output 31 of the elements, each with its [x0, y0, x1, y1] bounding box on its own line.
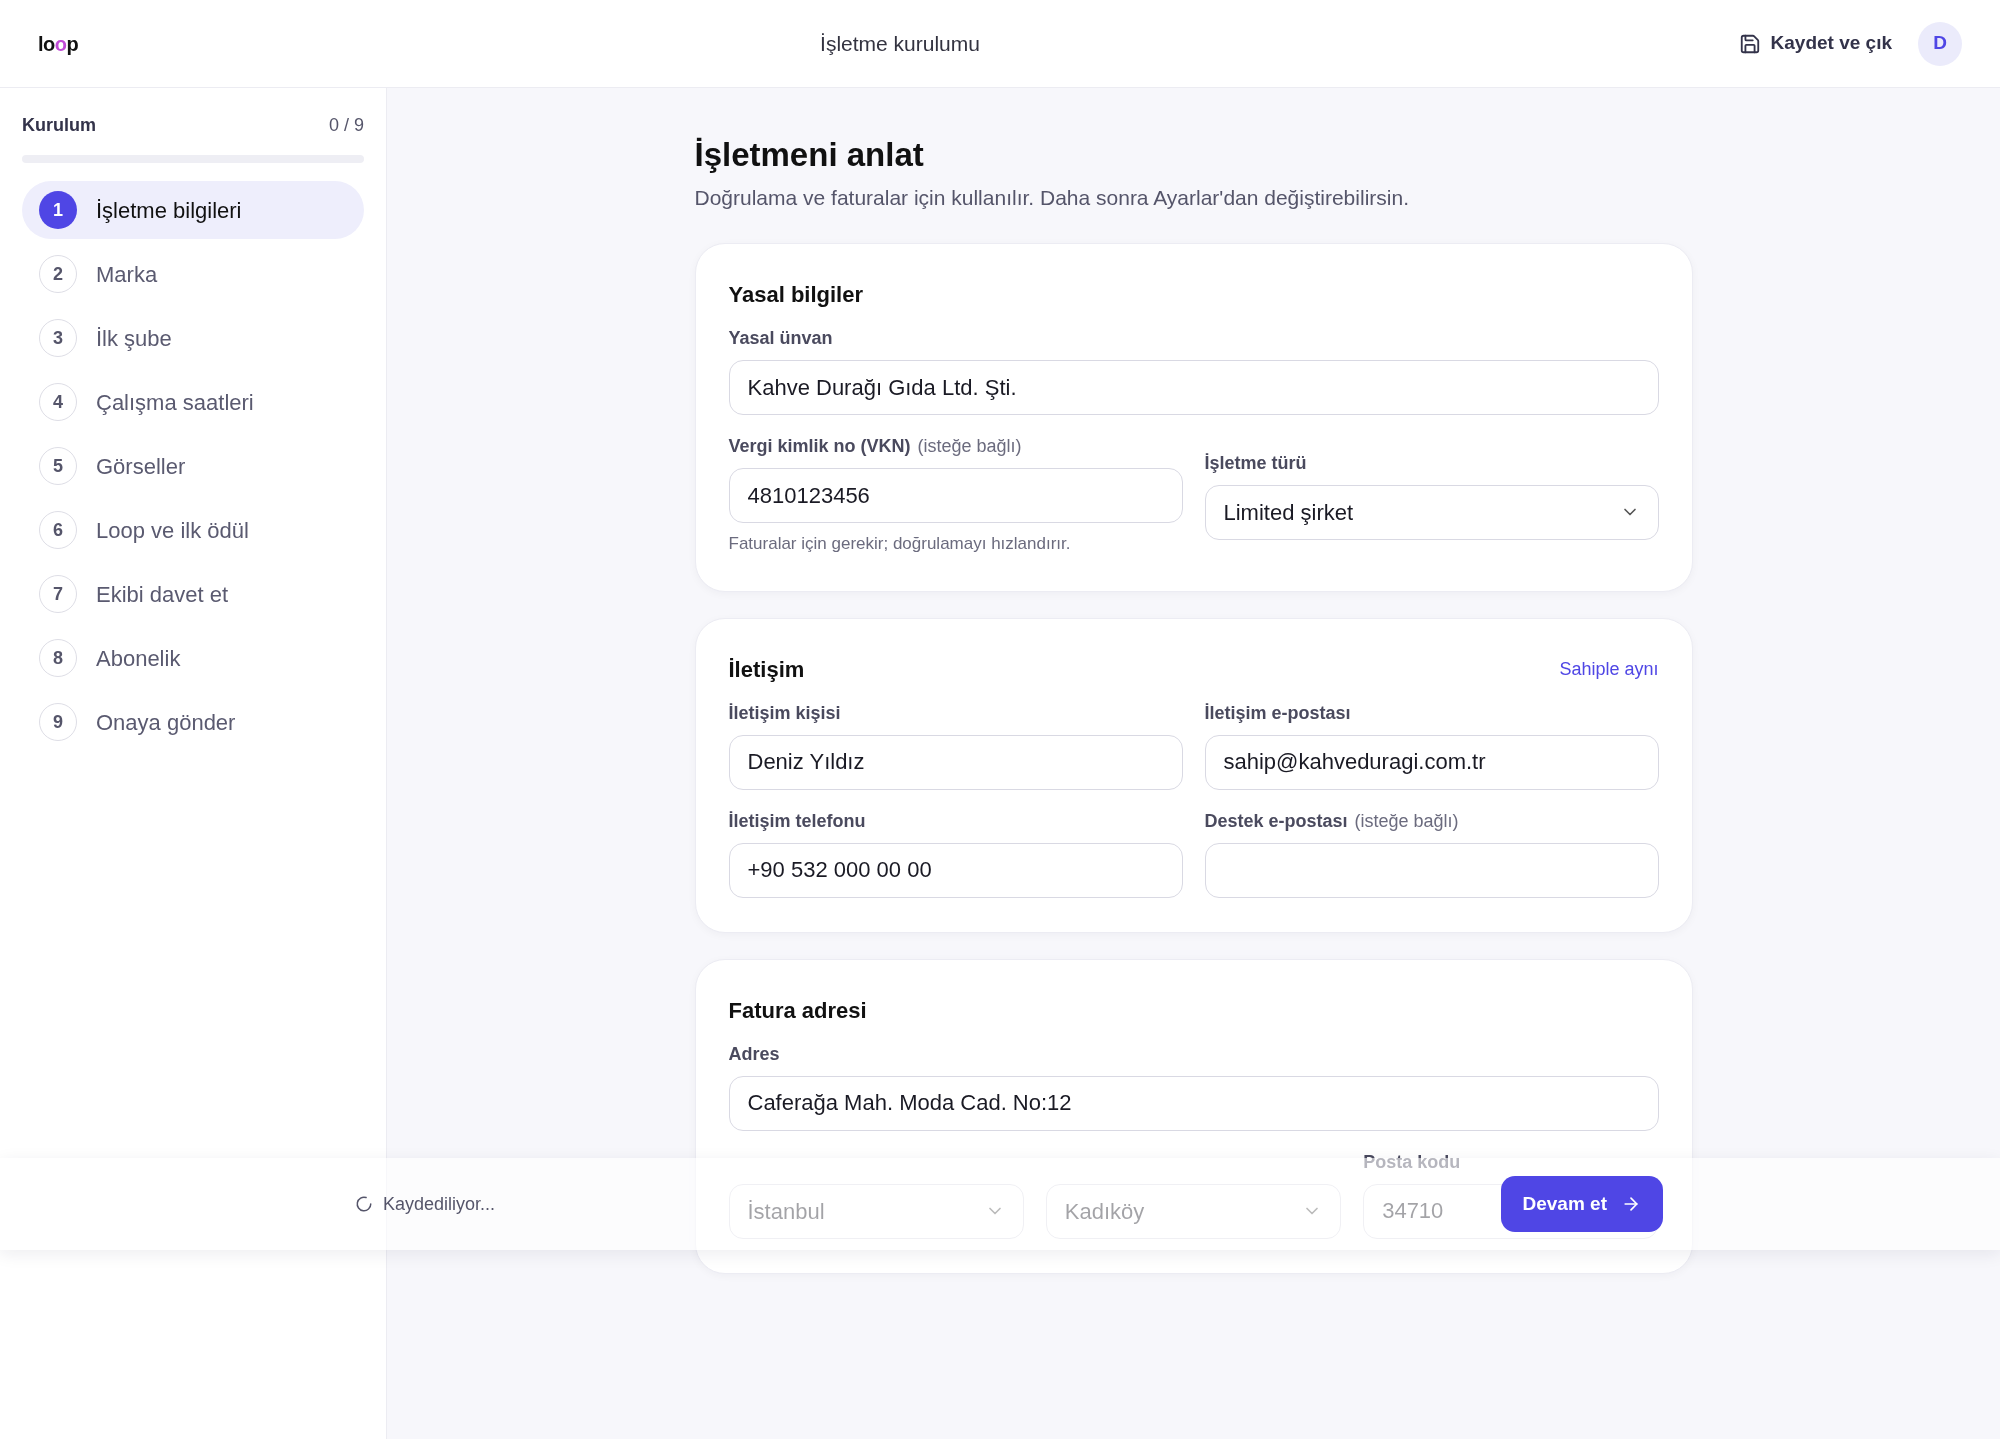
step-label: Loop ve ilk ödül: [96, 516, 249, 545]
saving-status: Kaydediliyor...: [383, 1192, 496, 1216]
field-label: İletişim kişisi: [728, 701, 841, 725]
sidebar-title: Kurulum: [22, 114, 96, 137]
page-title: İşletme kurulumu: [820, 30, 980, 57]
step-label: Görseller: [96, 452, 186, 481]
optional-note: (isteğe bağlı): [1354, 809, 1459, 833]
progress-count: 0 / 9: [328, 114, 364, 137]
step-label: Abonelik: [96, 644, 181, 673]
section-title: İletişim: [728, 655, 805, 684]
step-label: İşletme bilgileri: [96, 196, 242, 225]
field-label: Posta kodu: [1363, 1150, 1461, 1174]
page-subtitle: Doğrulama ve faturalar için kullanılır. Daha sonra Ayarlar'dan değiştirebilirsin.: [694, 184, 1410, 211]
field-hint: Faturalar için gerekir; doğrulamayı hızlandırır.: [728, 533, 1072, 555]
field-label: İletişim e-postası: [1204, 701, 1351, 725]
optional-note: (isteğe bağlı): [917, 435, 1022, 458]
field-label: Destek e-postası: [1204, 809, 1348, 833]
step-label: İlk şube: [96, 324, 172, 353]
field-label: Adres: [728, 1042, 780, 1066]
section-title: Fatura adresi: [728, 996, 867, 1025]
step-label: Marka: [96, 260, 158, 289]
step-number: 1: [39, 191, 77, 229]
field-label: Yasal ünvan: [728, 327, 833, 350]
step-label: Onaya gönder: [96, 708, 236, 737]
page-heading: İşletmeni anlat: [694, 135, 925, 175]
step-label: Ekibi davet et: [96, 580, 229, 609]
field-label: İletişim telefonu: [728, 809, 866, 833]
step-label: Çalışma saatleri: [96, 388, 254, 417]
field-label: İşletme türü: [1204, 451, 1307, 475]
field-label: Vergi kimlik no (VKN): [728, 435, 911, 458]
section-title: Yasal bilgiler: [728, 281, 863, 309]
